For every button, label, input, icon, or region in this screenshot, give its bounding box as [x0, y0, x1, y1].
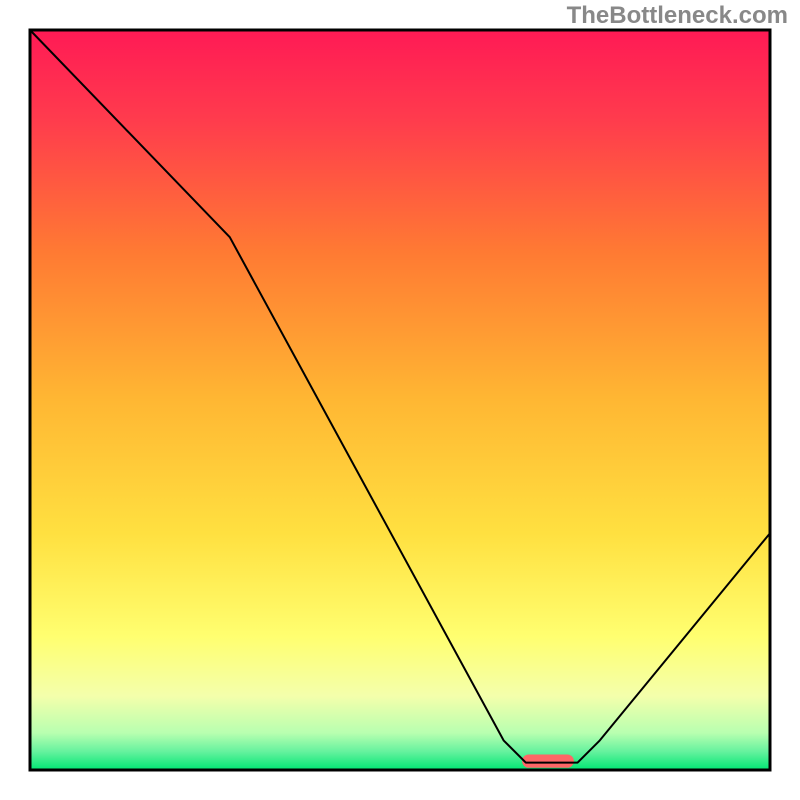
optimal-marker [522, 754, 574, 767]
chart-svg [0, 0, 800, 800]
chart-container: TheBottleneck.com [0, 0, 800, 800]
chart-background [30, 30, 770, 770]
watermark-text: TheBottleneck.com [567, 2, 788, 30]
